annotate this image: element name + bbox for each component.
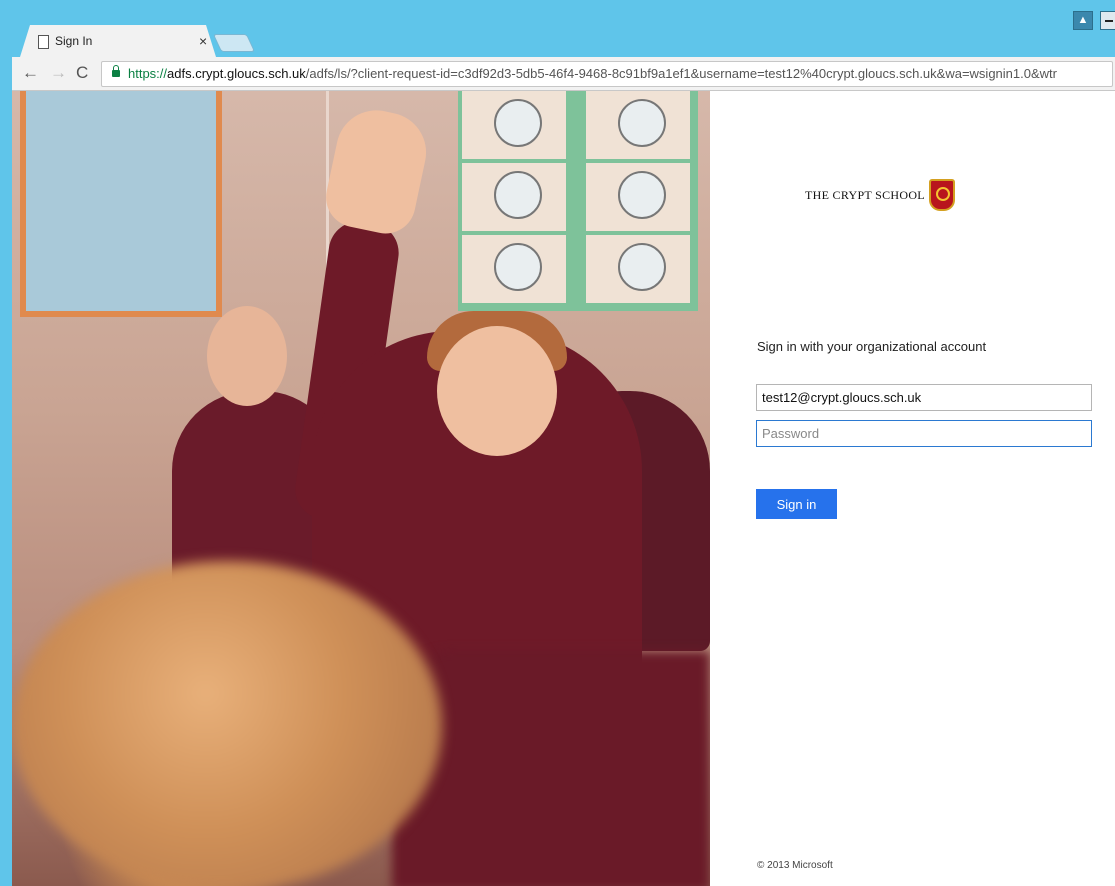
url-text[interactable]: https://adfs.crypt.gloucs.sch.uk/adfs/ls…: [128, 66, 1057, 81]
address-bar[interactable]: https://adfs.crypt.gloucs.sch.uk/adfs/ls…: [101, 61, 1113, 87]
user-profile-icon[interactable]: ▲: [1073, 11, 1093, 30]
username-field[interactable]: [756, 384, 1092, 411]
back-button[interactable]: ←: [22, 63, 39, 83]
wall-poster: [20, 91, 222, 317]
password-field[interactable]: [756, 420, 1092, 447]
foreground-blazer: [392, 651, 710, 886]
new-tab-button[interactable]: [212, 34, 256, 52]
board-card: [586, 91, 690, 159]
board-card: [586, 235, 690, 303]
tab-sign-in[interactable]: Sign In ×: [20, 25, 216, 57]
board-card: [462, 235, 566, 303]
copyright-footer: © 2013 Microsoft: [757, 860, 833, 871]
school-name: THE CRYPT SCHOOL: [805, 188, 925, 202]
login-panel: THE CRYPT SCHOOL Sign in with your organ…: [710, 91, 1115, 886]
raised-hand: [320, 102, 434, 240]
sign-in-button[interactable]: Sign in: [756, 489, 837, 519]
lock-icon[interactable]: [112, 65, 120, 77]
page-content: THE CRYPT SCHOOL Sign in with your organ…: [12, 91, 1115, 886]
url-path: /adfs/ls/?client-request-id=c3df92d3-5db…: [305, 66, 1057, 81]
page-icon: [38, 35, 49, 49]
minimize-button[interactable]: [1100, 11, 1115, 30]
url-host: adfs.crypt.gloucs.sch.uk: [167, 66, 306, 81]
tab-close-button[interactable]: ×: [199, 33, 207, 49]
foreground-head: [12, 561, 442, 886]
forward-button[interactable]: →: [50, 63, 67, 83]
board-card: [586, 163, 690, 231]
student-face: [437, 326, 557, 456]
reload-button[interactable]: C: [76, 63, 88, 83]
tab-title: Sign In: [55, 34, 93, 48]
board-card: [462, 91, 566, 159]
browser-toolbar: ← → C https://adfs.crypt.gloucs.sch.uk/a…: [12, 57, 1115, 91]
school-crest-icon: [929, 179, 955, 211]
url-scheme: https://: [128, 66, 168, 81]
sign-in-heading: Sign in with your organizational account: [757, 339, 987, 354]
geometry-board: [458, 91, 698, 311]
student-left-head: [207, 306, 287, 406]
browser-window: ▲ Sign In × ← → C https://adfs.crypt.glo…: [12, 0, 1115, 886]
title-bar: ▲ Sign In ×: [12, 0, 1115, 58]
board-card: [462, 163, 566, 231]
classroom-photo: [12, 91, 710, 886]
